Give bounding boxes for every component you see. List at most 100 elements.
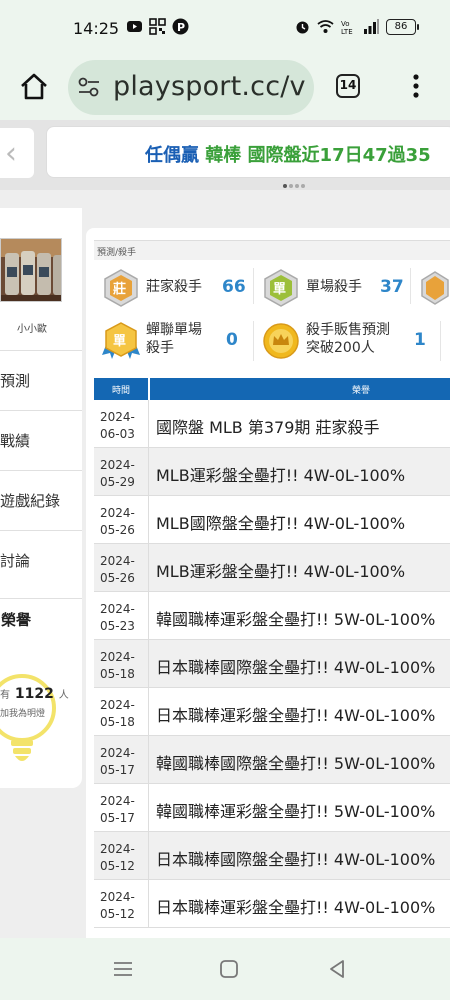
site-settings-icon[interactable] [78, 77, 100, 97]
crown-medal-icon [263, 323, 299, 359]
honor-date: 2024- 05-26 [100, 506, 135, 537]
avatar[interactable] [0, 238, 62, 302]
carousel-indicator [283, 184, 305, 188]
signal-icon [364, 19, 379, 34]
ribbon-medal-icon: 單 [102, 322, 140, 359]
award-banker-killer[interactable]: 莊 莊家殺手 66 [102, 268, 252, 308]
tab-switcher-button[interactable]: 14 [336, 74, 360, 98]
table-row: 2024- 05-18 日本職棒運彩盤全壘打!! 4W-0L-100% [94, 688, 450, 736]
table-row: 2024- 05-23 韓國職棒運彩盤全壘打!! 5W-0L-100% [94, 592, 450, 640]
table-row: 2024- 05-12 日本職棒國際盤全壘打!! 4W-0L-100% [94, 832, 450, 880]
url-bar[interactable]: playsport.cc/v [68, 60, 314, 115]
table-row: 2024- 05-17 韓國職棒國際盤全壘打!! 5W-0L-100% [94, 736, 450, 784]
banner-carousel: ‹ 任偶贏 韓棒 國際盤近17日47過35 [0, 120, 450, 190]
app-p-icon: P [172, 18, 189, 35]
home-icon[interactable] [18, 71, 50, 103]
recent-apps-icon[interactable] [112, 958, 134, 980]
sidebar-item-honor[interactable]: 榮譽 [0, 598, 82, 638]
back-nav-icon[interactable] [326, 958, 348, 980]
breadcrumb-text: 預測/殺手 [97, 248, 137, 258]
fans-note: 加我為明燈 [0, 709, 46, 719]
alarm-icon [296, 21, 309, 34]
svg-text:LTE: LTE [341, 28, 353, 35]
column-separator [148, 736, 149, 784]
honor-title: 韓國職棒運彩盤全壘打!! 5W-0L-100% [156, 802, 436, 821]
award-label: 蟬聯單場 殺手 [146, 322, 202, 356]
svg-text:P: P [177, 21, 185, 34]
avatar-image [1, 239, 61, 301]
award-label: 莊家殺手 [146, 279, 202, 295]
honor-date: 2024- 06-03 [100, 410, 135, 441]
fans-count: 有 1122 人 [0, 686, 69, 702]
column-separator [148, 832, 149, 880]
honor-panel: 預測/殺手 莊 莊家殺手 66 單 單場殺手 37 單 蟬聯單場 殺手 0 殺手… [86, 228, 450, 938]
more-options-icon[interactable] [408, 71, 424, 101]
svg-text:Vo: Vo [341, 20, 350, 28]
honor-title: 日本職棒國際盤全壘打!! 4W-0L-100% [156, 658, 436, 677]
sidebar-item-label: 榮譽 [1, 611, 32, 629]
fans-number: 1122 [14, 686, 54, 702]
table-row: 2024- 05-17 韓國職棒運彩盤全壘打!! 5W-0L-100% [94, 784, 450, 832]
medal-label: 莊 [113, 281, 126, 297]
award-count: 37 [380, 277, 404, 297]
award-consecutive-single-game-killer[interactable]: 單 蟬聯單場 殺手 0 [102, 321, 252, 361]
honor-title: 國際盤 MLB 第379期 莊家殺手 [156, 418, 380, 437]
sidebar-item-game-history[interactable]: 遊戲紀錄 [0, 470, 82, 530]
honor-title: MLB國際盤全壘打!! 4W-0L-100% [156, 514, 406, 533]
honor-title: 日本職棒運彩盤全壘打!! 4W-0L-100% [156, 898, 436, 917]
table-row: 2024- 06-03 國際盤 MLB 第379期 莊家殺手 [94, 400, 450, 448]
honor-title: MLB運彩盤全壘打!! 4W-0L-100% [156, 562, 406, 581]
notification-icons: P [126, 18, 189, 35]
column-header-time: 時間 [112, 386, 131, 396]
partial-medal-icon [421, 271, 449, 305]
sidebar-item-predictions[interactable]: 預測 [0, 350, 82, 410]
fans-suffix: 人 [58, 690, 69, 701]
status-bar: 14:25 P Vo LTE 86 [0, 0, 450, 58]
sidebar-item-label: 討論 [0, 552, 31, 570]
banner-card[interactable]: 任偶贏 韓棒 國際盤近17日47過35 [46, 126, 450, 178]
medal-label: 單 [113, 334, 126, 349]
honor-date: 2024- 05-23 [100, 602, 135, 633]
honor-title: MLB運彩盤全壘打!! 4W-0L-100% [156, 466, 406, 485]
banner-text: 任偶贏 韓棒 國際盤近17日47過35 [145, 141, 431, 167]
column-separator [148, 400, 149, 448]
honor-date: 2024- 05-29 [100, 458, 135, 489]
award-label: 殺手販售預測 突破200人 [306, 322, 390, 356]
award-single-game-killer[interactable]: 單 單場殺手 37 [262, 268, 412, 308]
banner-record: 國際盤近17日47過35 [247, 145, 431, 166]
home-nav-icon[interactable] [218, 958, 240, 980]
divider [410, 268, 411, 304]
volte-icon: VoLTE [341, 20, 353, 35]
table-row: 2024- 05-18 日本職棒國際盤全壘打!! 4W-0L-100% [94, 640, 450, 688]
honor-date: 2024- 05-18 [100, 698, 135, 729]
medal-label: 單 [273, 282, 286, 297]
sidebar-item-record[interactable]: 戰績 [0, 410, 82, 470]
column-header-honor: 榮譽 [352, 386, 371, 396]
honor-table: 時間 榮譽 2024- 06-03 國際盤 MLB 第379期 莊家殺手 2024-… [94, 378, 450, 928]
column-separator [148, 880, 149, 928]
system-icons: Vo LTE 86 [294, 18, 419, 35]
honor-date: 2024- 05-17 [100, 746, 135, 777]
award-count: 66 [222, 277, 246, 297]
award-label: 單場殺手 [306, 279, 362, 295]
status-time: 14:25 [73, 19, 120, 38]
sidebar-item-discussion[interactable]: 討論 [0, 530, 82, 590]
fans-box[interactable]: 有 1122 人 加我為明燈 [0, 648, 82, 788]
carousel-prev-button[interactable]: ‹ [0, 128, 34, 178]
web-page: ‹ 任偶贏 韓棒 國際盤近17日47過35 小小歐 預測 戰績 遊戲紀錄 討論 … [0, 120, 450, 938]
sidebar-item-label: 戰績 [0, 432, 31, 450]
banker-medal-icon: 莊 [104, 269, 138, 307]
browser-toolbar: playsport.cc/v 14 [0, 58, 450, 120]
breadcrumb: 預測/殺手 [94, 240, 450, 260]
wifi-icon [317, 20, 334, 33]
award-count: 0 [226, 330, 238, 350]
honor-date: 2024- 05-12 [100, 890, 135, 921]
youtube-icon [127, 21, 142, 32]
table-body: 2024- 06-03 國際盤 MLB 第379期 莊家殺手 2024- 05-29… [94, 400, 450, 928]
table-row: 2024- 05-26 MLB國際盤全壘打!! 4W-0L-100% [94, 496, 450, 544]
column-separator [148, 640, 149, 688]
honor-date: 2024- 05-12 [100, 842, 135, 873]
carousel-dot [301, 184, 305, 188]
column-separator [148, 448, 149, 496]
award-sales-milestone[interactable]: 殺手販售預測 突破200人 1 [262, 321, 426, 361]
